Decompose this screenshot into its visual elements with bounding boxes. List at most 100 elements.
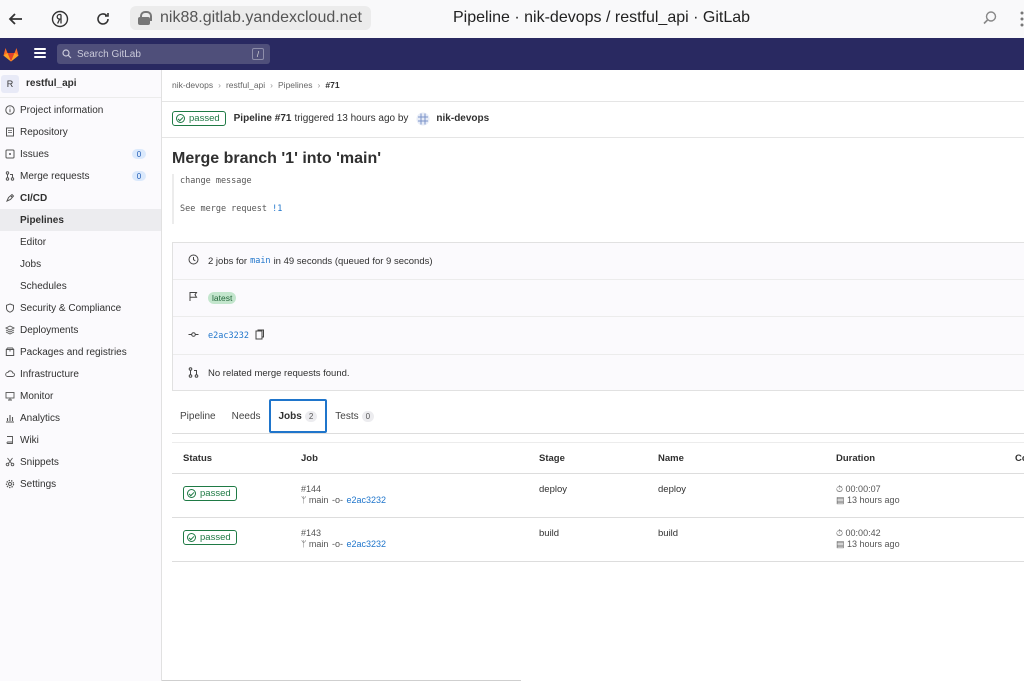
status-text: passed [200,488,231,499]
merge-request-icon [187,366,199,381]
job-status-badge[interactable]: passed [183,486,237,501]
column-header-coverage: Co [1015,453,1024,464]
chart-icon [4,412,16,424]
sidebar-item-label: Editor [20,236,47,248]
divider [162,137,1024,138]
pipeline-info-card: 2 jobs for main in 49 seconds (queued fo… [172,242,1024,391]
project-avatar: R [1,74,19,93]
breadcrumb-pipelines[interactable]: Pipelines [278,80,313,90]
sidebar: R restful_api Project information Reposi… [0,70,162,681]
commit-sha-row: e2ac3232 [173,318,1024,355]
sidebar-item-settings[interactable]: Settings [0,473,161,495]
sidebar-item-schedules[interactable]: Schedules [0,275,161,297]
calendar-icon: ▤ [836,495,845,505]
timer-icon: ⏱ [836,528,844,538]
merge-request-icon [4,170,16,182]
sidebar-item-monitor[interactable]: Monitor [0,385,161,407]
sidebar-item-infrastructure[interactable]: Infrastructure [0,363,161,385]
tab-label: Needs [231,411,261,422]
table-header: Status Job Stage Name Duration Co [172,442,1024,474]
browser-toolbar: nik88.gitlab.yandexcloud.net Pipeline · … [0,0,1024,38]
sidebar-item-snippets[interactable]: Snippets [0,451,161,473]
book-icon [4,434,16,446]
branch-link[interactable]: main [250,256,270,266]
sidebar-item-deployments[interactable]: Deployments [0,319,161,341]
table-row: passed #143 ᛘ main -o- e2ac3232 build bu… [172,518,1024,562]
tab-label: Jobs [278,410,302,422]
reload-icon[interactable] [91,7,115,31]
sidebar-item-label: Pipelines [20,214,64,226]
status-text: passed [189,113,220,124]
pipeline-tabs: Pipeline Needs Jobs 2 Tests 0 [172,399,1024,434]
breadcrumb-project[interactable]: restful_api [226,80,265,90]
breadcrumb-current[interactable]: #71 [325,80,339,90]
issues-count-badge: 0 [132,149,146,159]
lock-icon [138,11,152,25]
job-name: deploy [658,484,686,495]
rocket-icon [4,192,16,204]
breadcrumb-group[interactable]: nik-devops [172,80,213,90]
jobs-table: Status Job Stage Name Duration Co passed… [172,442,1024,562]
sidebar-item-security[interactable]: Security & Compliance [0,297,161,319]
search-icon [62,49,72,59]
no-mr-text: No related merge requests found. [208,368,350,379]
column-header-duration: Duration [836,453,876,464]
merge-request-link[interactable]: !1 [272,204,282,214]
job-id-link[interactable]: #143 [301,528,386,539]
commit-message: change message [180,176,252,186]
hamburger-menu-icon[interactable] [34,48,46,58]
search-input[interactable]: Search GitLab / [57,44,270,64]
latest-badge: latest [208,292,237,304]
sidebar-item-project-information[interactable]: Project information [0,99,161,121]
tab-needs[interactable]: Needs [224,400,269,433]
job-id-link[interactable]: #144 [301,484,386,495]
user-avatar-icon[interactable] [416,112,430,126]
gear-icon [4,478,16,490]
main-content: nik-devops › restful_api › Pipelines › #… [162,70,1024,681]
sidebar-item-packages[interactable]: Packages and registries [0,341,161,363]
column-header-status: Status [183,453,213,464]
sidebar-item-merge-requests[interactable]: Merge requests 0 [0,165,161,187]
commit-sha-link[interactable]: e2ac3232 [208,331,249,341]
job-branch[interactable]: main [309,495,329,505]
address-bar[interactable]: nik88.gitlab.yandexcloud.net [130,6,371,30]
job-ref-line: ᛘ main -o- e2ac3232 [301,539,386,550]
sidebar-item-repository[interactable]: Repository [0,121,161,143]
sidebar-project[interactable]: R restful_api [0,70,161,98]
menu-icon[interactable] [1014,10,1024,28]
sidebar-item-jobs[interactable]: Jobs [0,253,161,275]
check-circle-icon [176,114,185,123]
job-sha-link[interactable]: e2ac3232 [346,539,386,549]
branch-icon: ᛘ [301,495,307,505]
pipeline-status-badge[interactable]: passed [172,111,226,126]
commit-title: Merge branch '1' into 'main' [172,150,382,167]
yandex-icon[interactable] [48,7,72,31]
sidebar-item-label: Issues [20,148,49,160]
merge-request-line: See merge request !1 [180,202,1024,216]
sidebar-item-issues[interactable]: Issues 0 [0,143,161,165]
user-link[interactable]: nik-devops [436,113,489,124]
merge-requests-count-badge: 0 [132,171,146,181]
sidebar-item-cicd[interactable]: CI/CD [0,187,161,209]
sidebar-item-label: Repository [20,126,68,138]
tab-tests[interactable]: Tests 0 [327,400,382,433]
check-circle-icon [187,533,196,542]
job-duration: 00:00:07 [845,484,881,494]
sidebar-item-pipelines[interactable]: Pipelines [0,209,161,231]
job-branch[interactable]: main [309,539,329,549]
tab-label: Pipeline [180,411,216,422]
tab-pipeline[interactable]: Pipeline [172,400,224,433]
back-icon[interactable] [4,7,28,31]
sidebar-item-editor[interactable]: Editor [0,231,161,253]
job-duration: 00:00:42 [845,528,881,538]
job-sha-link[interactable]: e2ac3232 [346,495,386,505]
tab-jobs[interactable]: Jobs 2 [268,399,328,433]
copy-icon[interactable] [255,329,265,343]
clock-icon [187,254,199,268]
job-stage: build [539,528,560,539]
sidebar-item-wiki[interactable]: Wiki [0,429,161,451]
search-icon[interactable] [982,10,998,31]
sidebar-item-analytics[interactable]: Analytics [0,407,161,429]
gitlab-logo-icon[interactable] [2,45,20,63]
job-status-badge[interactable]: passed [183,530,237,545]
